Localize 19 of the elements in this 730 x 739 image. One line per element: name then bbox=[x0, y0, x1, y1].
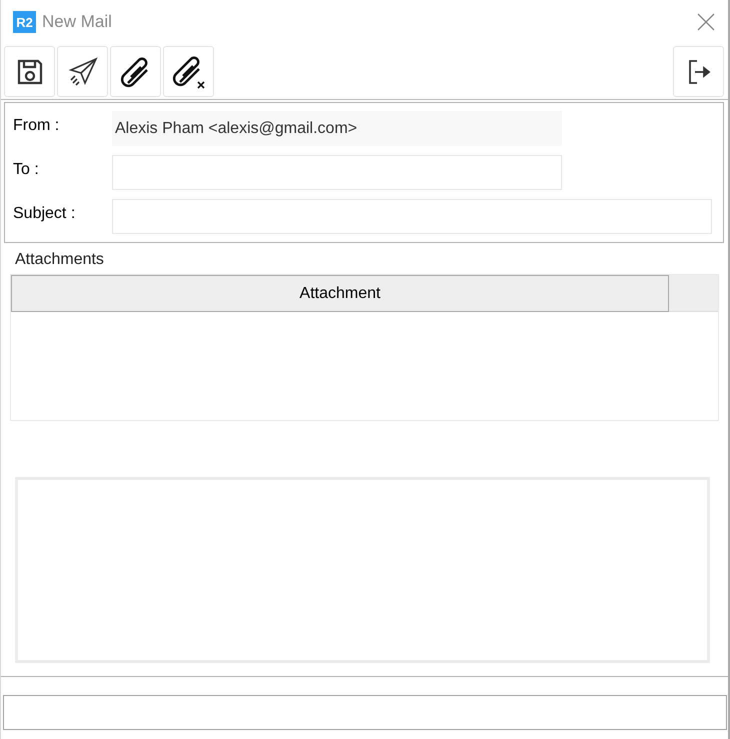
recipient-field[interactable] bbox=[112, 155, 562, 190]
close-button[interactable] bbox=[696, 12, 716, 32]
window-title: New Mail bbox=[42, 12, 113, 32]
attach-button[interactable] bbox=[110, 46, 161, 97]
paper-plane-icon bbox=[66, 56, 98, 88]
paperclip-remove-icon bbox=[170, 54, 206, 90]
save-icon bbox=[16, 58, 44, 86]
exit-button[interactable] bbox=[673, 46, 724, 97]
send-button[interactable] bbox=[57, 46, 108, 97]
section-title: Attachments bbox=[15, 251, 105, 269]
remove-attachment-button[interactable] bbox=[163, 46, 214, 97]
field-label: From : bbox=[13, 116, 60, 135]
save-button[interactable] bbox=[4, 46, 55, 97]
sender-field: Alexis Pham <alexis@gmail.com> bbox=[112, 111, 562, 146]
subject-field[interactable] bbox=[112, 199, 712, 234]
app-logo: R2 bbox=[13, 11, 36, 33]
column-header[interactable]: Attachment bbox=[11, 275, 669, 312]
field-label: Subject : bbox=[13, 204, 76, 223]
field-label: To : bbox=[13, 160, 40, 179]
